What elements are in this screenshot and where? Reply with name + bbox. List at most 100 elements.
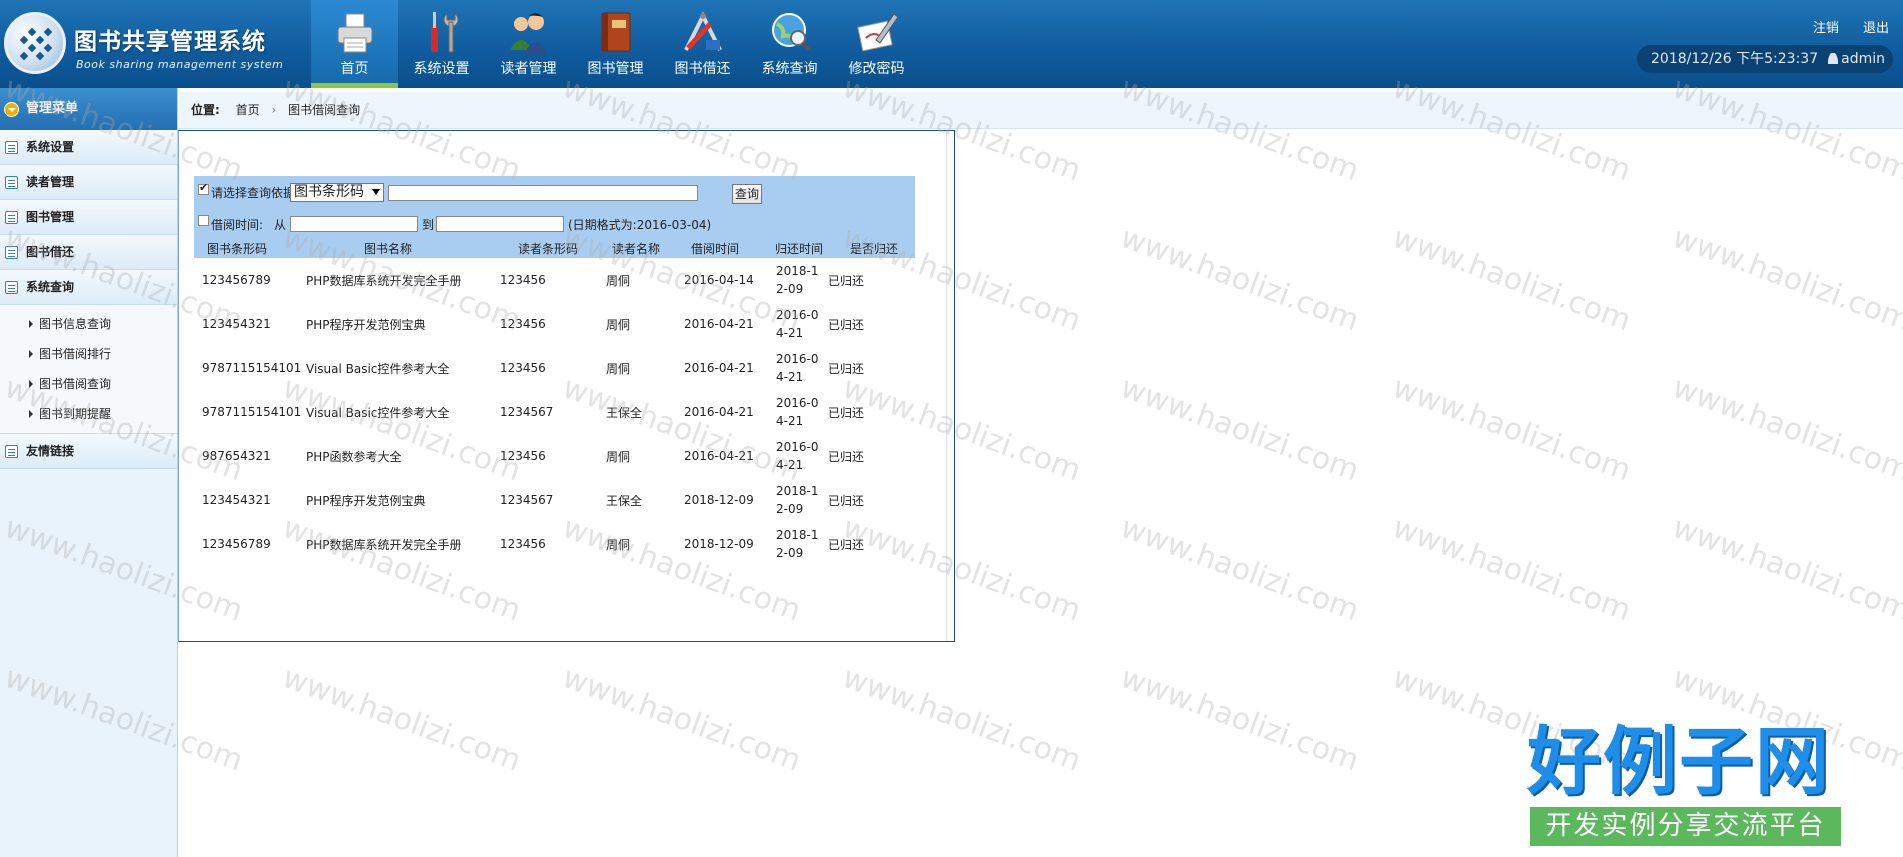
column-header: 读者名称: [611, 242, 660, 256]
watermark-text: www.haolizi.com: [1668, 370, 1903, 489]
column-header: 是否归还: [849, 242, 898, 256]
borrow-date-cell: 2016-04-21: [684, 449, 754, 463]
criteria-select[interactable]: 图书条形码: [290, 183, 384, 202]
returned-status-cell: 已归还: [828, 405, 865, 420]
reader-barcode-cell: 1234567: [500, 493, 554, 507]
reader-barcode-cell: 123456: [500, 317, 546, 331]
pen-paper-icon: [857, 13, 899, 52]
nav-reader-management[interactable]: 读者管理: [485, 0, 572, 88]
reader-barcode-cell: 123456: [500, 273, 546, 287]
watermark-text: www.haolizi.com: [1388, 370, 1636, 489]
table-row: 123454321 PHP程序开发范例宝典 123456 周侗 2016-04-21 20…: [194, 302, 915, 346]
nav-system-query[interactable]: 系统查询: [746, 0, 833, 88]
return-date-cell: 2018-12-09: [776, 528, 819, 560]
brand-logo-text: 好例子网: [1527, 719, 1831, 805]
reader-name-cell: 周侗: [606, 449, 631, 464]
breadcrumb: 位置: 首页 › 图书借阅查询: [179, 92, 1903, 129]
watermark-text: www.haolizi.com: [1388, 510, 1636, 629]
sidebar-group-book-borrow[interactable]: 图书借还: [0, 235, 177, 270]
search-input[interactable]: [388, 185, 698, 201]
exit-link[interactable]: 退出: [1863, 21, 1889, 36]
table-header: 图书条形码 图书名称 读者条形码 读者名称 借阅时间 归还时间 是否归还: [194, 240, 915, 258]
table-row: 9787115154101 Visual Basic控件参考大全 123456 周侗 2…: [194, 346, 915, 390]
edit-icon: [5, 211, 18, 224]
date-checkbox[interactable]: [198, 215, 209, 226]
sidebar-item-due-reminder[interactable]: 图书到期提醒: [0, 399, 177, 429]
barcode-cell: 9787115154101: [202, 361, 302, 375]
date-to-input[interactable]: [436, 216, 564, 232]
datetime-text: 2018/12/26 下午5:23:37: [1651, 51, 1819, 67]
collapse-icon: [4, 102, 19, 117]
book-name-cell: PHP程序开发范例宝典: [306, 493, 426, 508]
returned-status-cell: 已归还: [828, 493, 865, 508]
borrow-date-cell: 2018-12-09: [684, 537, 754, 551]
table-row: 987654321 PHP函数参考大全 123456 周侗 2016-04-21 2016…: [194, 434, 915, 478]
sidebar-header[interactable]: 管理菜单: [0, 88, 177, 130]
table-row: 123454321 PHP程序开发范例宝典 1234567 王保全 2018-12-09…: [194, 478, 915, 522]
returned-status-cell: 已归还: [828, 361, 865, 376]
criteria-checkbox[interactable]: [198, 181, 209, 195]
sidebar-group-book-management[interactable]: 图书管理: [0, 200, 177, 235]
watermark-text: www.haolizi.com: [278, 660, 526, 779]
criteria-label: 请选择查询依据:: [211, 186, 300, 200]
breadcrumb-home[interactable]: 首页: [236, 103, 260, 117]
column-header: 借阅时间: [690, 242, 739, 256]
table-row: 123456789 PHP数据库系统开发完全手册 123456 周侗 2016-04-1…: [194, 258, 915, 302]
reader-barcode-cell: 123456: [500, 449, 546, 463]
sidebar-group-system-query[interactable]: 系统查询: [0, 270, 177, 305]
date-format-hint: (日期格式为:2016-03-04): [568, 218, 712, 232]
watermark-text: www.haolizi.com: [1388, 220, 1636, 339]
tools-icon: [431, 12, 459, 53]
reader-barcode-cell: 1234567: [500, 405, 554, 419]
return-date-cell: 2018-12-09: [776, 484, 819, 516]
return-date-cell: 2016-04-21: [776, 308, 819, 340]
sidebar-group-system-settings[interactable]: 系统设置: [0, 130, 177, 165]
header-links: 注销 退出: [1793, 17, 1889, 36]
watermark-text: www.haolizi.com: [1116, 370, 1364, 489]
sidebar-group-friend-links[interactable]: 友情链接: [0, 434, 177, 469]
app-logo: 图书共享管理系统 Book sharing management system: [0, 6, 300, 82]
borrow-date-cell: 2016-04-14: [684, 273, 754, 287]
date-to-label: 到: [422, 218, 435, 232]
book-name-cell: PHP数据库系统开发完全手册: [306, 273, 462, 288]
printer-icon: [337, 13, 373, 53]
barcode-cell: 9787115154101: [202, 405, 302, 419]
date-from-label: 从: [274, 218, 287, 232]
column-header: 图书名称: [363, 242, 412, 256]
nav-book-borrow-return[interactable]: 图书借还: [659, 0, 746, 88]
sidebar-item-borrow-query[interactable]: 图书借阅查询: [0, 369, 177, 399]
book-name-cell: PHP程序开发范例宝典: [306, 317, 426, 332]
book-name-cell: PHP数据库系统开发完全手册: [306, 537, 462, 552]
returned-status-cell: 已归还: [828, 537, 865, 552]
nav-system-settings[interactable]: 系统设置: [398, 0, 485, 88]
nav-change-password[interactable]: 修改密码: [833, 0, 920, 88]
edit-icon: [5, 281, 18, 294]
username-text: admin: [1841, 51, 1885, 67]
panel-scrollbar[interactable]: [946, 131, 954, 641]
reader-name-cell: 周侗: [606, 537, 631, 552]
sidebar-item-book-info-query[interactable]: 图书信息查询: [0, 309, 177, 339]
reader-name-cell: 王保全: [606, 405, 643, 420]
brand-slogan: 开发实例分享交流平台: [1530, 807, 1841, 846]
reader-name-cell: 周侗: [606, 361, 631, 376]
returned-status-cell: 已归还: [828, 317, 865, 332]
watermark-text: www.haolizi.com: [1116, 660, 1364, 779]
watermark-text: www.haolizi.com: [1668, 510, 1903, 629]
reader-name-cell: 王保全: [606, 493, 643, 508]
table-body: 123456789 PHP数据库系统开发完全手册 123456 周侗 2016-04-1…: [194, 258, 915, 566]
date-from-input[interactable]: [290, 216, 418, 232]
book-name-cell: Visual Basic控件参考大全: [306, 361, 450, 376]
watermark-text: www.haolizi.com: [1116, 220, 1364, 339]
sidebar-title: 管理菜单: [26, 101, 79, 116]
logout-link[interactable]: 注销: [1813, 21, 1839, 36]
barcode-cell: 123454321: [202, 317, 271, 331]
nav-home[interactable]: 首页: [311, 0, 398, 88]
brand-watermark: 好例子网 开发实例分享交流平台: [1527, 720, 1841, 846]
return-date-cell: 2016-04-21: [776, 396, 819, 428]
sidebar-group-reader-management[interactable]: 读者管理: [0, 165, 177, 200]
sidebar-item-borrow-ranking[interactable]: 图书借阅排行: [0, 339, 177, 369]
reader-barcode-cell: 123456: [500, 361, 546, 375]
top-header: 图书共享管理系统 Book sharing management system …: [0, 0, 1903, 88]
query-button[interactable]: 查询: [732, 184, 762, 204]
nav-book-management[interactable]: 图书管理: [572, 0, 659, 88]
